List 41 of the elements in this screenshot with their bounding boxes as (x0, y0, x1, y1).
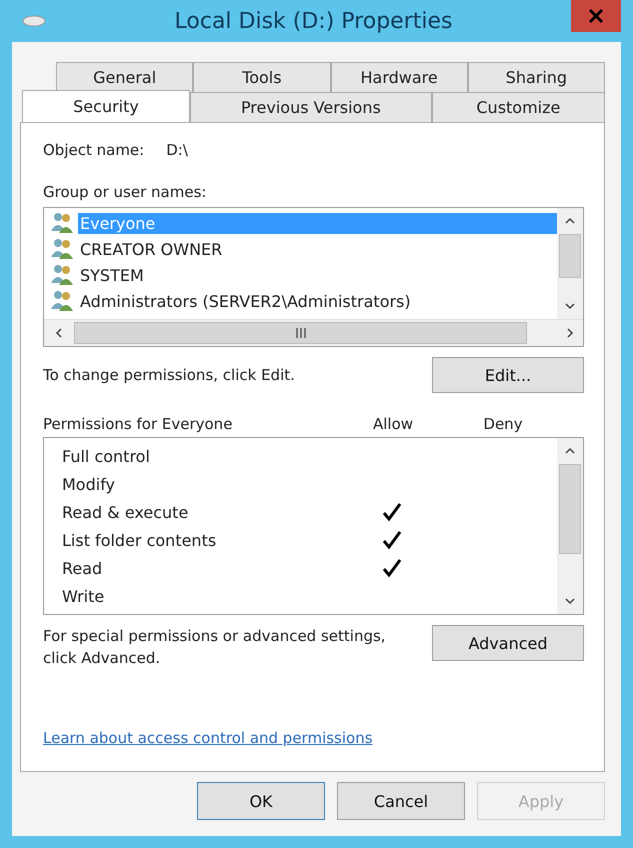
users-icon (50, 237, 76, 261)
edit-button[interactable]: Edit... (432, 357, 584, 393)
advanced-hint: For special permissions or advanced settings, click Advanced. (43, 626, 387, 669)
vertical-scrollbar[interactable] (557, 438, 583, 614)
users-icon (50, 289, 76, 313)
permission-name: Modify (62, 474, 116, 494)
tab[interactable]: Sharing (468, 62, 605, 92)
horizontal-scrollbar[interactable] (44, 319, 583, 346)
edit-hint: To change permissions, click Edit. (43, 366, 295, 384)
tab[interactable]: Hardware (330, 62, 468, 92)
group-list-label: Group or user names: (43, 183, 208, 201)
users-icon (50, 263, 76, 287)
help-link[interactable]: Learn about access control and permissions (43, 729, 373, 747)
advanced-button[interactable]: Advanced (432, 625, 584, 661)
permissions-label: Permissions for Everyone (43, 415, 234, 433)
vertical-scrollbar[interactable] (557, 208, 583, 319)
permission-name: Full control (62, 446, 151, 466)
permission-name: Read (62, 558, 104, 578)
deny-header: Deny (482, 415, 524, 433)
grip-icon (294, 327, 308, 339)
dialog-button[interactable]: OK (197, 782, 325, 820)
close-icon (588, 8, 604, 24)
permission-name: Write (62, 586, 106, 606)
window-title: Local Disk (D:) Properties (174, 8, 454, 34)
list-item[interactable]: Administrators (SERVER2\Administrators) (78, 290, 413, 312)
list-item[interactable]: CREATOR OWNER (78, 238, 224, 260)
close-button[interactable] (571, 0, 621, 32)
tab[interactable]: General (56, 62, 194, 92)
tab[interactable]: Customize (432, 92, 605, 122)
drive-icon (22, 15, 46, 27)
tab[interactable]: Security (22, 90, 190, 122)
object-name-value: D:\ (166, 141, 188, 159)
permission-name: List folder contents (62, 530, 218, 550)
tab[interactable]: Previous Versions (190, 92, 432, 122)
users-icon (50, 211, 76, 235)
object-name-label: Object name: (43, 141, 144, 159)
allow-header: Allow (372, 415, 414, 433)
dialog-button[interactable]: Cancel (337, 782, 465, 820)
tab[interactable]: Tools (193, 62, 330, 92)
list-item[interactable]: SYSTEM (78, 264, 146, 286)
permission-name: Read & execute (62, 502, 190, 522)
